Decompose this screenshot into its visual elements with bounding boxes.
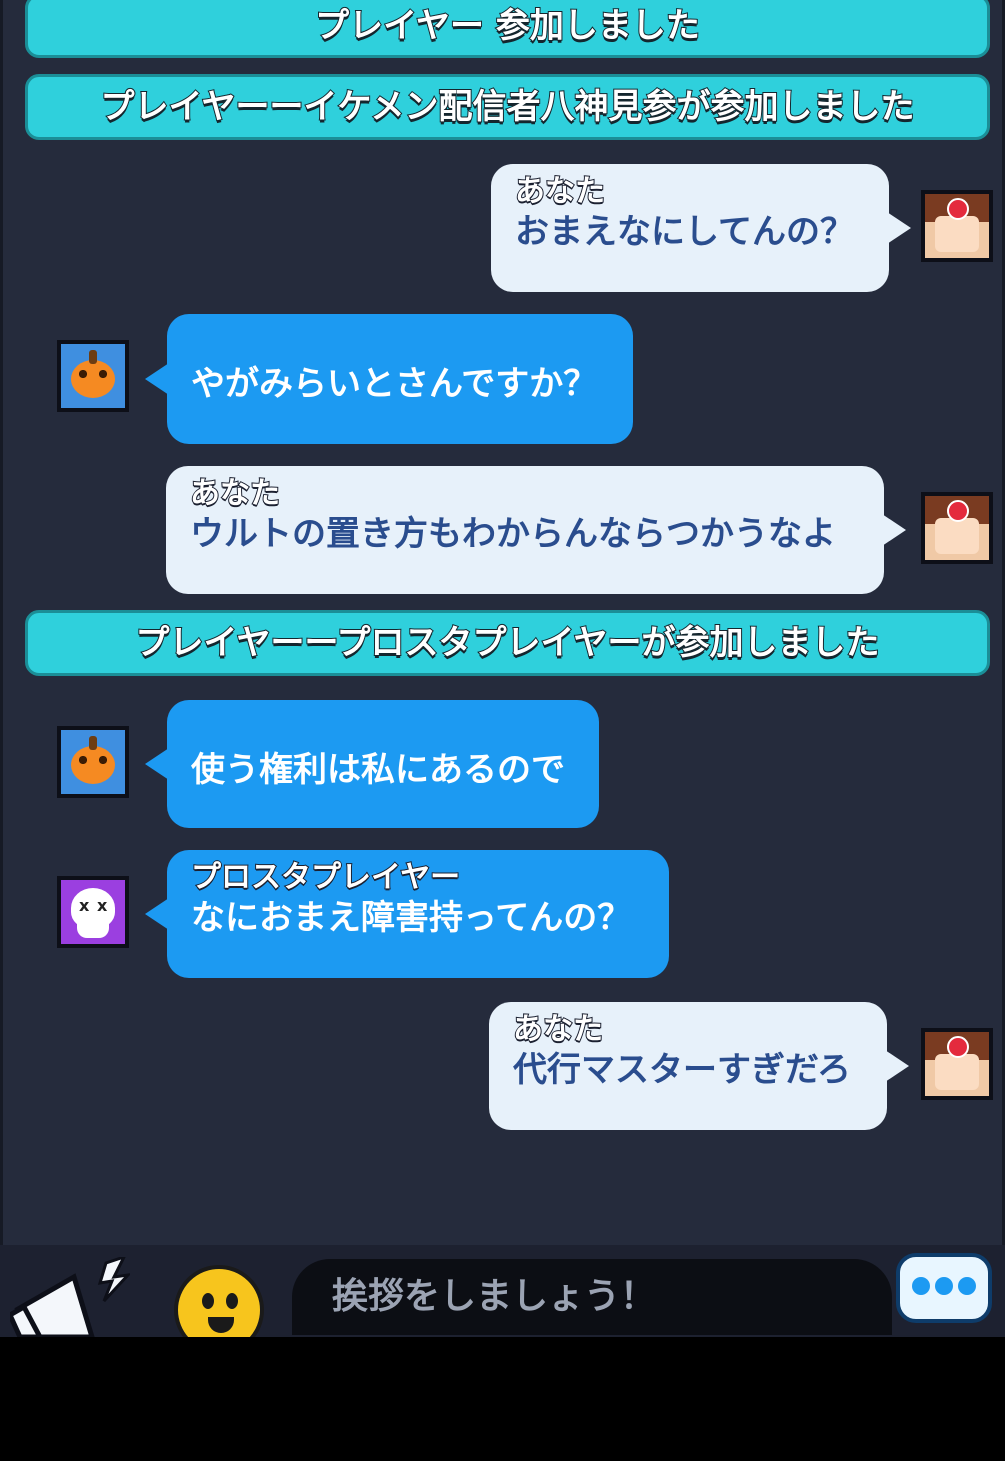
bubble-tail [145,748,169,780]
sender-name: プロスタプレイヤー [190,859,461,896]
bubble-tail [145,898,169,930]
my-avatar-icon[interactable] [921,1028,993,1100]
message-bubble-mine[interactable]: あなた ウルトの置き方もわからんならつかうなよ [166,466,906,594]
pumpkin-avatar-icon[interactable] [57,726,129,798]
bubble-tail [887,212,911,244]
system-message-join: プレイヤーープロスタプレイヤーが参加しました [25,610,990,676]
system-message-text: プレイヤーーイケメン配信者八神見参が参加しました [100,86,916,128]
message-text: 使う権利は私にあるので [191,750,565,790]
pumpkin-avatar-icon[interactable] [57,340,129,412]
message-bubble-mine[interactable]: あなた 代行マスターすぎだろ [489,1002,909,1130]
system-message-text: プレイヤーープロスタプレイヤーが参加しました [135,622,881,664]
emoji-icon[interactable] [174,1265,264,1337]
message-bubble-mine[interactable]: あなた おまえなにしてんの？ [491,164,911,292]
message-text: おまえなにしてんの？ [515,212,854,252]
sender-name: あなた [189,475,281,512]
chat-toolbar: 挨拶をしましょう！ [0,1245,1005,1337]
sender-name: あなた [512,1011,604,1048]
message-text: なにおまえ障害持ってんの？ [191,898,632,938]
system-message-join: プレイヤーーイケメン配信者八神見参が参加しました [25,74,990,140]
megaphone-icon[interactable] [10,1257,130,1337]
message-text: ウルトの置き方もわからんならつかうなよ [190,514,836,554]
sender-name: あなた [514,173,606,210]
chat-input[interactable]: 挨拶をしましょう！ [292,1259,892,1335]
bubble-tail [885,1050,909,1082]
my-avatar-icon[interactable] [921,190,993,262]
my-avatar-icon[interactable] [921,492,993,564]
system-message-partial: プレイヤー 参加しました [25,0,990,58]
message-bubble-other[interactable]: やがみらいとさんですか？ [145,314,633,444]
skull-avatar-icon[interactable]: xx [57,876,129,948]
system-message-text: プレイヤー 参加しました [314,5,701,47]
chat-log: プレイヤー 参加しました プレイヤーーイケメン配信者八神見参が参加しました あな… [0,0,1005,1245]
bubble-tail [882,514,906,546]
message-text: やがみらいとさんですか？ [191,364,598,404]
bubble-tail [145,363,169,395]
message-bubble-other[interactable]: 使う権利は私にあるので [145,700,599,828]
message-text: 代行マスターすぎだろ [513,1050,851,1090]
chat-more-icon[interactable] [896,1253,992,1323]
message-bubble-other[interactable]: プロスタプレイヤー なにおまえ障害持ってんの？ [145,850,669,978]
